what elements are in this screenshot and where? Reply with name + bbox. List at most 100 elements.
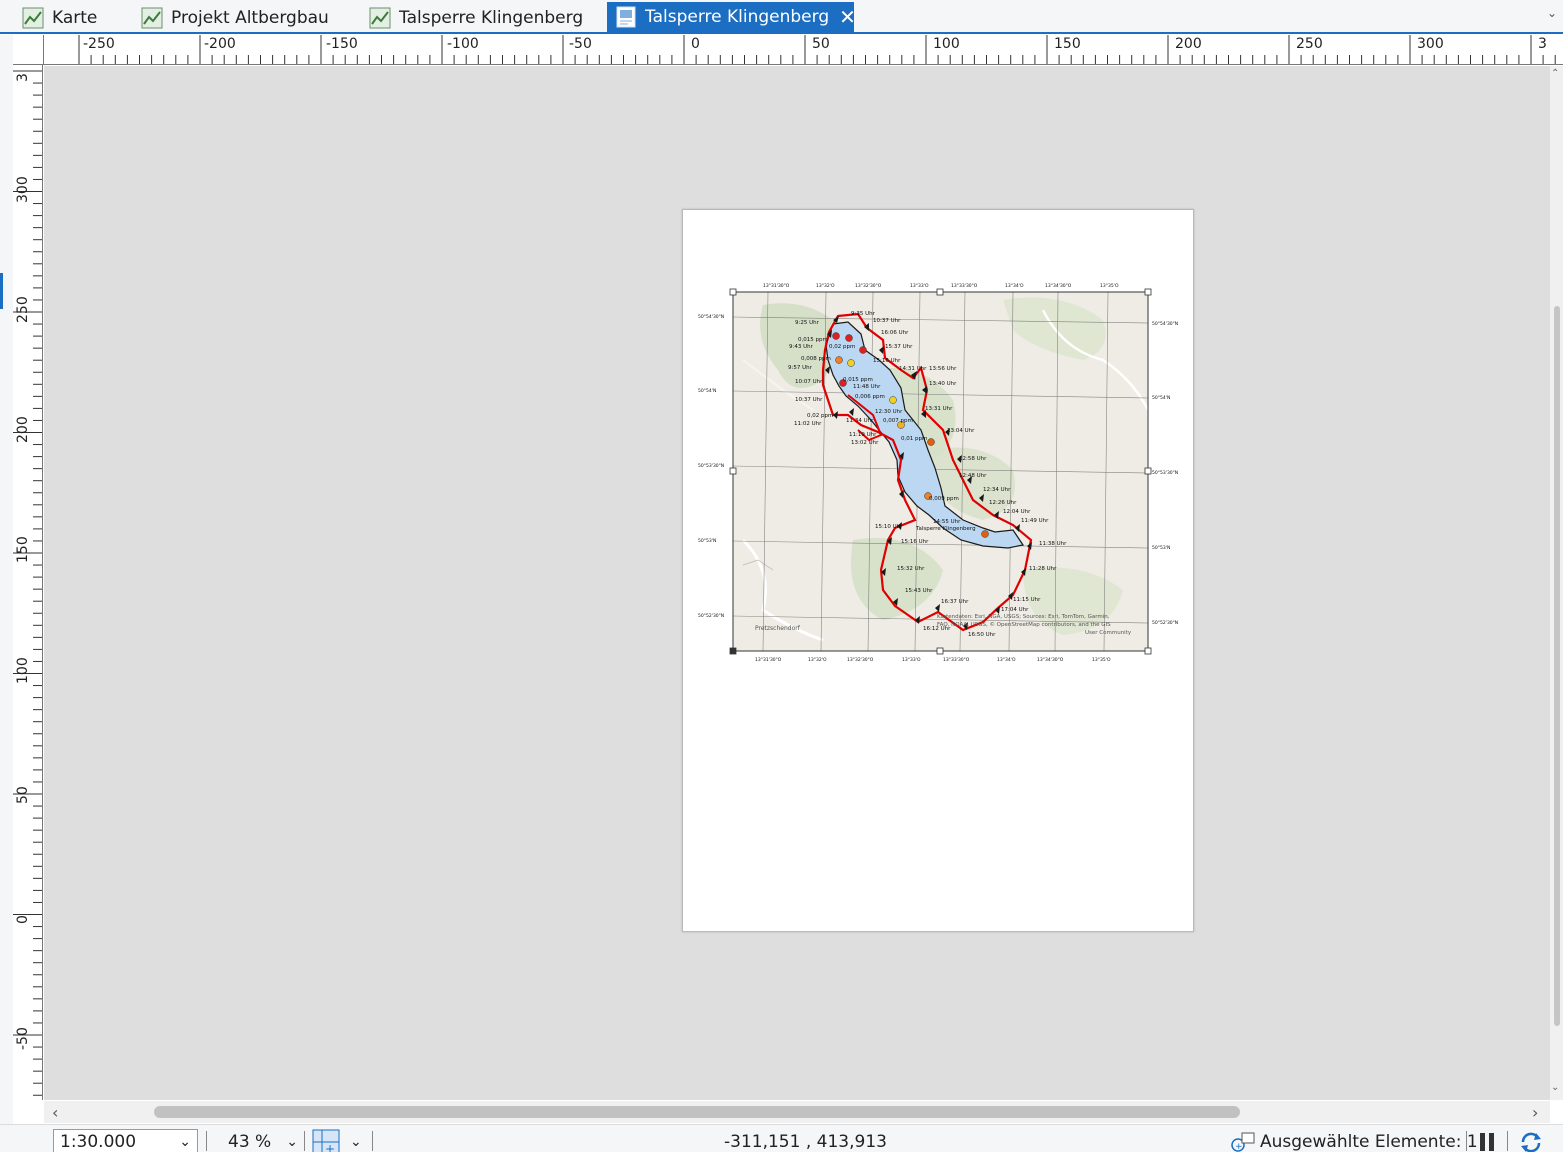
time-label: 13:02 Uhr xyxy=(851,440,879,446)
longitude-label: 13°32'O xyxy=(808,657,827,663)
chevron-down-icon[interactable]: ⌄ xyxy=(1547,6,1557,20)
vertical-scrollbar[interactable]: ⌃ ⌄ xyxy=(1550,66,1563,1100)
ruler-label: 200 xyxy=(15,416,31,443)
tab-label: Projekt Altbergbau xyxy=(171,7,329,28)
latitude-label: 50°52'30"N xyxy=(1152,620,1178,626)
ppm-label: 0,009 ppm xyxy=(929,496,959,502)
chevron-down-icon[interactable]: ⌄ xyxy=(286,1134,298,1150)
map-icon xyxy=(141,7,163,29)
time-label: 12:48 Uhr xyxy=(959,473,987,479)
ppm-label: 0,007 ppm xyxy=(883,418,913,424)
tab-label: Karte xyxy=(52,7,98,28)
selected-elements-label: Ausgewählte Elemente: 1 xyxy=(1260,1132,1478,1152)
time-label: 11:15 Uhr xyxy=(1013,597,1041,603)
ruler-label: -200 xyxy=(204,36,236,52)
select-elements-icon: + xyxy=(1230,1131,1256,1152)
tab-karte[interactable]: Karte xyxy=(14,3,97,32)
scroll-right-icon[interactable]: › xyxy=(1532,1103,1538,1122)
time-label: 12:58 Uhr xyxy=(959,456,987,462)
pause-icon xyxy=(1478,1132,1496,1152)
pause-drawing-button[interactable] xyxy=(1478,1129,1496,1152)
latitude-label: 50°54'N xyxy=(1152,395,1170,401)
ruler-label: 300 xyxy=(1417,36,1444,52)
map-icon xyxy=(369,7,391,29)
time-label: 11:02 Uhr xyxy=(794,421,822,427)
left-panel-strip xyxy=(0,35,13,1125)
chevron-down-icon[interactable]: ⌄ xyxy=(179,1134,191,1150)
ruler-label: 250 xyxy=(1296,36,1323,52)
map-frame[interactable]: Kartendaten: Esri, NGA, USGS; Sources: E… xyxy=(683,210,1193,931)
coordinate-readout: -311,151 , 413,913 xyxy=(724,1132,887,1152)
time-label: 11:28 Uhr xyxy=(1029,566,1057,572)
time-label: 16:50 Uhr xyxy=(968,632,996,638)
tab-projekt-altbergbau[interactable]: Projekt Altbergbau xyxy=(133,3,329,32)
longitude-label: 13°34'30"O xyxy=(1037,657,1064,663)
layout-page[interactable]: Kartendaten: Esri, NGA, USGS; Sources: E… xyxy=(682,209,1194,932)
ppm-label: 0,02 ppm xyxy=(829,344,855,350)
scale-combobox[interactable]: 1:30.000 ⌄ xyxy=(53,1129,198,1152)
horizontal-scrollbar[interactable]: ‹ › xyxy=(44,1101,1550,1123)
time-label: 15:32 Uhr xyxy=(897,566,925,572)
map-icon xyxy=(22,7,44,29)
scroll-left-icon[interactable]: ‹ xyxy=(52,1103,58,1122)
time-label: 11:34 Uhr xyxy=(846,418,874,424)
ruler-label: 150 xyxy=(15,536,31,563)
time-label: 12:30 Uhr xyxy=(875,409,903,415)
scroll-up-icon[interactable]: ⌃ xyxy=(1551,68,1559,79)
time-label: 12:26 Uhr xyxy=(989,500,1017,506)
tab-label: Talsperre Klingenberg xyxy=(399,7,584,28)
time-label: 14:31 Uhr xyxy=(899,366,927,372)
ruler-label: 50 xyxy=(812,36,830,52)
time-label: 15:16 Uhr xyxy=(873,358,901,364)
time-label: 14:55 Uhr xyxy=(933,519,961,525)
scroll-down-icon[interactable]: ⌄ xyxy=(1551,1082,1559,1093)
vertical-ruler-ticks xyxy=(13,70,42,1096)
longitude-label: 13°33'30"O xyxy=(951,283,978,289)
time-label: 12:04 Uhr xyxy=(1003,509,1031,515)
snapping-grid-icon[interactable]: + xyxy=(312,1129,342,1152)
tab-talsperre-klingenberg-layout[interactable]: Talsperre Klingenberg ✕ xyxy=(607,2,856,32)
ruler-label: 300 xyxy=(15,176,31,203)
longitude-label: 13°33'O xyxy=(910,283,929,289)
ruler-label: 100 xyxy=(933,36,960,52)
time-label: 15:16 Uhr xyxy=(901,539,929,545)
horizontal-ruler[interactable]: -250 -200 -150 -100 -50 0 50 100 150 200… xyxy=(44,35,1563,65)
time-label: 17:04 Uhr xyxy=(1001,607,1029,613)
time-label: 13:56 Uhr xyxy=(929,366,957,372)
longitude-label: 13°33'O xyxy=(902,657,921,663)
chevron-down-icon[interactable]: ⌄ xyxy=(350,1134,362,1150)
longitude-label: 13°34'30"O xyxy=(1045,283,1072,289)
ppm-label: 0,015 ppm xyxy=(798,337,828,343)
ruler-label: 200 xyxy=(1175,36,1202,52)
vertical-ruler[interactable]: 3 300 250 200 150 100 50 0 -50 xyxy=(13,65,43,1100)
latitude-label: 50°54'30"N xyxy=(698,314,724,320)
zoom-combobox[interactable]: 43 % ⌄ xyxy=(228,1129,298,1152)
close-icon[interactable]: ✕ xyxy=(839,5,856,29)
selected-elements-indicator[interactable]: + Ausgewählte Elemente: 1 xyxy=(1230,1129,1478,1152)
reservoir-label: Talsperre Klingenberg xyxy=(915,526,976,532)
tab-label: Talsperre Klingenberg xyxy=(645,7,830,27)
snapping-dropdown[interactable]: + ⌄ xyxy=(312,1129,372,1152)
ruler-label: 0 xyxy=(691,36,700,52)
ruler-label: 3 xyxy=(1538,36,1547,52)
latitude-label: 50°53'30"N xyxy=(698,463,724,469)
time-label: 16:12 Uhr xyxy=(923,626,951,632)
vertical-scroll-thumb[interactable] xyxy=(1554,306,1560,1026)
refresh-icon xyxy=(1518,1130,1544,1152)
svg-text:+: + xyxy=(1235,1142,1243,1152)
ruler-label: -250 xyxy=(83,36,115,52)
refresh-button[interactable] xyxy=(1518,1129,1544,1152)
time-label: 15:37 Uhr xyxy=(885,344,913,350)
time-label: 16:37 Uhr xyxy=(941,599,969,605)
latitude-label: 50°53'N xyxy=(698,538,716,544)
time-label: 15:43 Uhr xyxy=(905,588,933,594)
longitude-label: 13°35'O xyxy=(1100,283,1119,289)
ruler-corner xyxy=(13,35,44,65)
tab-talsperre-klingenberg-map[interactable]: Talsperre Klingenberg xyxy=(361,3,583,32)
place-label: Pretzschendorf xyxy=(755,625,801,632)
longitude-label: 13°33'30"O xyxy=(943,657,970,663)
latitude-label: 50°53'30"N xyxy=(1152,470,1178,476)
ruler-label: 0 xyxy=(15,915,31,924)
horizontal-scroll-thumb[interactable] xyxy=(154,1106,1240,1118)
ruler-label: -50 xyxy=(569,36,592,52)
